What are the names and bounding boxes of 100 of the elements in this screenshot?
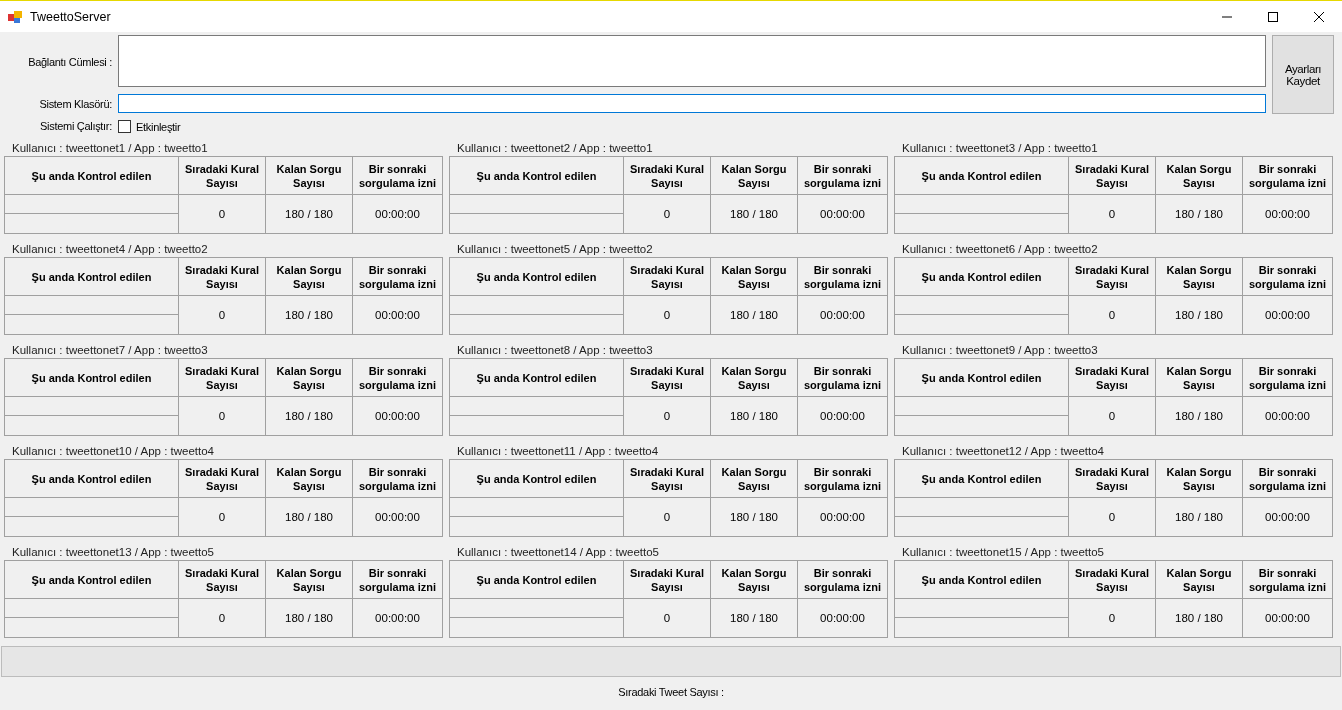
table-cell: 180 / 180 [711,296,798,334]
table-cell: 0 [1069,195,1156,233]
table-cell: 180 / 180 [1156,599,1243,637]
column-header: Sıradaki Kural Sayısı [179,157,266,195]
column-header: Sıradaki Kural Sayısı [1069,561,1156,599]
close-icon [1314,11,1324,22]
table-cell: 0 [624,397,711,435]
column-header: Bir sonraki sorgulama izni [798,157,887,195]
table-cell: 180 / 180 [711,498,798,536]
column-header: Şu anda Kontrol edilen [450,157,624,195]
table-cell: 0 [624,599,711,637]
group-title: Kullanıcı : tweettonet2 / App : tweetto1 [457,141,654,155]
column-header: Sıradaki Kural Sayısı [179,359,266,397]
table-cell: 180 / 180 [266,296,353,334]
column-header: Şu anda Kontrol edilen [895,258,1069,296]
table-cell: 0 [179,498,266,536]
table-cell: 180 / 180 [1156,498,1243,536]
column-header: Bir sonraki sorgulama izni [353,460,442,498]
column-header: Şu anda Kontrol edilen [5,561,179,599]
column-header: Sıradaki Kural Sayısı [179,561,266,599]
column-header: Sıradaki Kural Sayısı [179,460,266,498]
table-cell-text: 00:00:00 [819,611,866,626]
folder-label: Sistem Klasörü: [39,98,112,110]
run-label: Sistemi Çalıştır: [40,120,112,132]
table-cell: 180 / 180 [266,599,353,637]
table-cell: 180 / 180 [1156,195,1243,233]
table-cell-text: 00:00:00 [374,409,421,424]
enable-label: Etkinleştir [136,120,181,133]
group-title: Kullanıcı : tweettonet6 / App : tweetto2 [902,242,1099,256]
column-header: Şu anda Kontrol edilen [895,359,1069,397]
column-header: Kalan Sorgu Sayısı [711,157,798,195]
table-cell: 0 [1069,397,1156,435]
table-cell-text: 00:00:00 [374,510,421,525]
column-header: Kalan Sorgu Sayısı [711,359,798,397]
enable-checkbox[interactable] [118,120,131,133]
table-cell-text: 00:00:00 [374,308,421,323]
column-header: Kalan Sorgu Sayısı [1156,359,1243,397]
column-header: Şu anda Kontrol edilen [450,258,624,296]
column-header: Şu anda Kontrol edilen [5,258,179,296]
table-cell-text: 00:00:00 [1264,207,1311,222]
group-title: Kullanıcı : tweettonet13 / App : tweetto5 [12,545,216,559]
column-header: Sıradaki Kural Sayısı [1069,258,1156,296]
table-cell-text: 00:00:00 [819,510,866,525]
column-header: Bir sonraki sorgulama izni [353,359,442,397]
table-cell: 0 [1069,498,1156,536]
tweet-count-label: Sıradaki Tweet Sayısı : [618,686,724,698]
column-header: Kalan Sorgu Sayısı [711,460,798,498]
save-settings-button[interactable]: Ayarları Kaydet [1272,35,1334,114]
column-header: Şu anda Kontrol edilen [450,359,624,397]
table-cell: 0 [179,195,266,233]
group-title: Kullanıcı : tweettonet3 / App : tweetto1 [902,141,1099,155]
group-title: Kullanıcı : tweettonet12 / App : tweetto4 [902,444,1106,458]
table-cell-text: 00:00:00 [1264,308,1311,323]
maximize-icon [1268,11,1278,22]
column-header: Sıradaki Kural Sayısı [1069,460,1156,498]
column-header: Bir sonraki sorgulama izni [1243,157,1332,195]
table-cell: 0 [1069,296,1156,334]
column-header: Bir sonraki sorgulama izni [353,258,442,296]
table-cell: 180 / 180 [1156,397,1243,435]
table-cell: 180 / 180 [266,195,353,233]
column-header: Sıradaki Kural Sayısı [624,359,711,397]
column-header: Kalan Sorgu Sayısı [1156,157,1243,195]
connection-field[interactable] [118,35,1266,87]
table-cell-text: 00:00:00 [374,611,421,626]
column-header: Şu anda Kontrol edilen [895,561,1069,599]
column-header: Bir sonraki sorgulama izni [353,157,442,195]
column-header: Şu anda Kontrol edilen [5,359,179,397]
column-header: Bir sonraki sorgulama izni [798,460,887,498]
table-cell: 180 / 180 [711,195,798,233]
table-cell: 180 / 180 [711,397,798,435]
table-cell: 180 / 180 [1156,296,1243,334]
group-title: Kullanıcı : tweettonet15 / App : tweetto5 [902,545,1106,559]
app-icon [8,9,22,24]
column-header: Sıradaki Kural Sayısı [624,258,711,296]
column-header: Şu anda Kontrol edilen [5,460,179,498]
group-title: Kullanıcı : tweettonet14 / App : tweetto5 [457,545,661,559]
column-header: Bir sonraki sorgulama izni [1243,258,1332,296]
column-header: Bir sonraki sorgulama izni [1243,460,1332,498]
column-header: Kalan Sorgu Sayısı [1156,561,1243,599]
column-header: Şu anda Kontrol edilen [895,460,1069,498]
table-cell-text: 00:00:00 [819,207,866,222]
column-header: Şu anda Kontrol edilen [450,561,624,599]
group-title: Kullanıcı : tweettonet8 / App : tweetto3 [457,343,654,357]
table-cell-text: 00:00:00 [1264,510,1311,525]
window-title: TweettoServer [30,9,112,24]
table-cell: 0 [179,296,266,334]
table-cell: 0 [624,498,711,536]
group-title: Kullanıcı : tweettonet11 / App : tweetto4 [457,444,660,458]
table-cell-text: 00:00:00 [1264,611,1311,626]
table-cell-text: 00:00:00 [1264,409,1311,424]
connection-label: Bağlantı Cümlesi : [28,55,112,68]
column-header: Kalan Sorgu Sayısı [266,157,353,195]
column-header: Bir sonraki sorgulama izni [798,258,887,296]
column-header: Kalan Sorgu Sayısı [266,561,353,599]
column-header: Kalan Sorgu Sayısı [1156,258,1243,296]
folder-field[interactable] [118,94,1266,113]
column-header: Sıradaki Kural Sayısı [624,561,711,599]
column-header: Kalan Sorgu Sayısı [1156,460,1243,498]
column-header: Bir sonraki sorgulama izni [353,561,442,599]
column-header: Kalan Sorgu Sayısı [266,359,353,397]
